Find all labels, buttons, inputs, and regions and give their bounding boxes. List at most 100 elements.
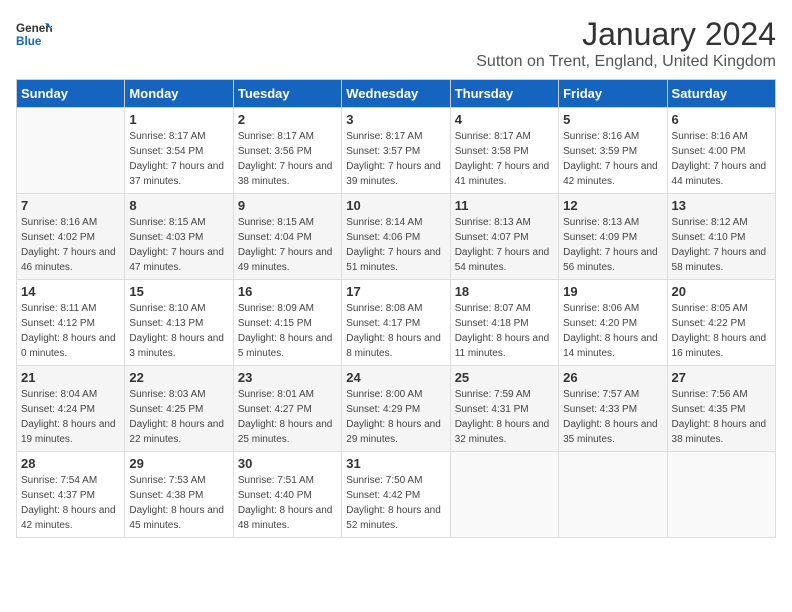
calendar-cell: 19Sunrise: 8:06 AMSunset: 4:20 PMDayligh… bbox=[559, 280, 667, 366]
svg-text:Blue: Blue bbox=[16, 35, 42, 48]
day-info: Sunrise: 8:00 AMSunset: 4:29 PMDaylight:… bbox=[346, 387, 445, 447]
day-info: Sunrise: 8:15 AMSunset: 4:04 PMDaylight:… bbox=[238, 215, 337, 275]
day-number: 22 bbox=[129, 370, 228, 385]
day-number: 17 bbox=[346, 284, 445, 299]
day-info: Sunrise: 8:06 AMSunset: 4:20 PMDaylight:… bbox=[563, 301, 662, 361]
calendar-cell: 2Sunrise: 8:17 AMSunset: 3:56 PMDaylight… bbox=[233, 108, 341, 194]
day-number: 5 bbox=[563, 112, 662, 127]
calendar-cell: 8 Sunrise: 8:15 AMSunset: 4:03 PMDaylight… bbox=[125, 194, 233, 280]
calendar-cell: 18Sunrise: 8:07 AMSunset: 4:18 PMDayligh… bbox=[450, 280, 558, 366]
day-number: 28 bbox=[21, 456, 120, 471]
calendar-week-row: 7 Sunrise: 8:16 AMSunset: 4:02 PMDaylight… bbox=[17, 194, 776, 280]
day-number: 21 bbox=[21, 370, 120, 385]
day-number: 7 bbox=[21, 198, 120, 213]
day-info: Sunrise: 8:03 AMSunset: 4:25 PMDaylight:… bbox=[129, 387, 228, 447]
day-info: Sunrise: 8:14 AMSunset: 4:06 PMDaylight:… bbox=[346, 215, 445, 275]
day-number: 29 bbox=[129, 456, 228, 471]
day-number: 6 bbox=[672, 112, 771, 127]
calendar-week-row: 14 Sunrise: 8:11 AMSunset: 4:12 PMDayligh… bbox=[17, 280, 776, 366]
weekday-header-saturday: Saturday bbox=[667, 80, 775, 108]
day-info: Sunrise: 7:56 AMSunset: 4:35 PMDaylight:… bbox=[672, 387, 771, 447]
calendar-cell: 22 Sunrise: 8:03 AMSunset: 4:25 PMDayligh… bbox=[125, 366, 233, 452]
weekday-header-tuesday: Tuesday bbox=[233, 80, 341, 108]
weekday-header-thursday: Thursday bbox=[450, 80, 558, 108]
day-info: Sunrise: 8:09 AMSunset: 4:15 PMDaylight:… bbox=[238, 301, 337, 361]
day-info: Sunrise: 8:17 AMSunset: 3:58 PMDaylight:… bbox=[455, 129, 554, 189]
calendar-cell: 29 Sunrise: 7:53 AMSunset: 4:38 PMDayligh… bbox=[125, 452, 233, 538]
day-info: Sunrise: 7:54 AMSunset: 4:37 PMDaylight:… bbox=[21, 473, 120, 533]
day-info: Sunrise: 8:13 AMSunset: 4:09 PMDaylight:… bbox=[563, 215, 662, 275]
day-number: 27 bbox=[672, 370, 771, 385]
day-info: Sunrise: 8:15 AMSunset: 4:03 PMDaylight:… bbox=[129, 215, 228, 275]
day-info: Sunrise: 8:16 AMSunset: 3:59 PMDaylight:… bbox=[563, 129, 662, 189]
calendar-cell: 24Sunrise: 8:00 AMSunset: 4:29 PMDayligh… bbox=[342, 366, 450, 452]
day-info: Sunrise: 8:10 AMSunset: 4:13 PMDaylight:… bbox=[129, 301, 228, 361]
day-number: 30 bbox=[238, 456, 337, 471]
day-info: Sunrise: 7:53 AMSunset: 4:38 PMDaylight:… bbox=[129, 473, 228, 533]
calendar-cell: 4 Sunrise: 8:17 AMSunset: 3:58 PMDaylight… bbox=[450, 108, 558, 194]
day-info: Sunrise: 8:08 AMSunset: 4:17 PMDaylight:… bbox=[346, 301, 445, 361]
calendar-cell: 10Sunrise: 8:14 AMSunset: 4:06 PMDayligh… bbox=[342, 194, 450, 280]
calendar-cell: 6Sunrise: 8:16 AMSunset: 4:00 PMDaylight… bbox=[667, 108, 775, 194]
calendar-cell bbox=[667, 452, 775, 538]
calendar-week-row: 28 Sunrise: 7:54 AMSunset: 4:37 PMDayligh… bbox=[17, 452, 776, 538]
day-number: 13 bbox=[672, 198, 771, 213]
calendar-cell: 3Sunrise: 8:17 AMSunset: 3:57 PMDaylight… bbox=[342, 108, 450, 194]
day-number: 1 bbox=[129, 112, 228, 127]
calendar-cell: 11 Sunrise: 8:13 AMSunset: 4:07 PMDayligh… bbox=[450, 194, 558, 280]
calendar-cell: 14 Sunrise: 8:11 AMSunset: 4:12 PMDayligh… bbox=[17, 280, 125, 366]
calendar-table: SundayMondayTuesdayWednesdayThursdayFrid… bbox=[16, 79, 776, 538]
calendar-cell: 21 Sunrise: 8:04 AMSunset: 4:24 PMDayligh… bbox=[17, 366, 125, 452]
day-info: Sunrise: 8:04 AMSunset: 4:24 PMDaylight:… bbox=[21, 387, 120, 447]
calendar-cell: 23 Sunrise: 8:01 AMSunset: 4:27 PMDayligh… bbox=[233, 366, 341, 452]
day-number: 16 bbox=[238, 284, 337, 299]
calendar-cell: 13 Sunrise: 8:12 AMSunset: 4:10 PMDayligh… bbox=[667, 194, 775, 280]
location-title: Sutton on Trent, England, United Kingdom bbox=[476, 53, 776, 71]
day-number: 23 bbox=[238, 370, 337, 385]
calendar-week-row: 1 Sunrise: 8:17 AMSunset: 3:54 PMDaylight… bbox=[17, 108, 776, 194]
day-number: 11 bbox=[455, 198, 554, 213]
day-info: Sunrise: 8:17 AMSunset: 3:54 PMDaylight:… bbox=[129, 129, 228, 189]
day-number: 15 bbox=[129, 284, 228, 299]
day-number: 14 bbox=[21, 284, 120, 299]
calendar-cell bbox=[17, 108, 125, 194]
weekday-header-row: SundayMondayTuesdayWednesdayThursdayFrid… bbox=[17, 80, 776, 108]
day-info: Sunrise: 8:12 AMSunset: 4:10 PMDaylight:… bbox=[672, 215, 771, 275]
calendar-cell: 7 Sunrise: 8:16 AMSunset: 4:02 PMDaylight… bbox=[17, 194, 125, 280]
title-area: January 2024 Sutton on Trent, England, U… bbox=[476, 16, 776, 71]
calendar-cell: 15 Sunrise: 8:10 AMSunset: 4:13 PMDayligh… bbox=[125, 280, 233, 366]
calendar-cell: 26 Sunrise: 7:57 AMSunset: 4:33 PMDayligh… bbox=[559, 366, 667, 452]
day-info: Sunrise: 8:13 AMSunset: 4:07 PMDaylight:… bbox=[455, 215, 554, 275]
day-number: 26 bbox=[563, 370, 662, 385]
day-number: 31 bbox=[346, 456, 445, 471]
day-info: Sunrise: 8:11 AMSunset: 4:12 PMDaylight:… bbox=[21, 301, 120, 361]
calendar-cell: 17 Sunrise: 8:08 AMSunset: 4:17 PMDayligh… bbox=[342, 280, 450, 366]
day-number: 4 bbox=[455, 112, 554, 127]
page-header: General Blue January 2024 Sutton on Tren… bbox=[16, 16, 776, 71]
weekday-header-friday: Friday bbox=[559, 80, 667, 108]
logo: General Blue bbox=[16, 16, 52, 52]
day-number: 3 bbox=[346, 112, 445, 127]
day-info: Sunrise: 7:57 AMSunset: 4:33 PMDaylight:… bbox=[563, 387, 662, 447]
day-number: 20 bbox=[672, 284, 771, 299]
day-info: Sunrise: 8:07 AMSunset: 4:18 PMDaylight:… bbox=[455, 301, 554, 361]
day-info: Sunrise: 8:16 AMSunset: 4:02 PMDaylight:… bbox=[21, 215, 120, 275]
day-info: Sunrise: 7:51 AMSunset: 4:40 PMDaylight:… bbox=[238, 473, 337, 533]
weekday-header-monday: Monday bbox=[125, 80, 233, 108]
calendar-cell: 5 Sunrise: 8:16 AMSunset: 3:59 PMDaylight… bbox=[559, 108, 667, 194]
weekday-header-wednesday: Wednesday bbox=[342, 80, 450, 108]
day-number: 9 bbox=[238, 198, 337, 213]
calendar-cell: 31Sunrise: 7:50 AMSunset: 4:42 PMDayligh… bbox=[342, 452, 450, 538]
day-number: 8 bbox=[129, 198, 228, 213]
calendar-cell: 1 Sunrise: 8:17 AMSunset: 3:54 PMDaylight… bbox=[125, 108, 233, 194]
day-number: 2 bbox=[238, 112, 337, 127]
weekday-header-sunday: Sunday bbox=[17, 80, 125, 108]
calendar-cell: 25Sunrise: 7:59 AMSunset: 4:31 PMDayligh… bbox=[450, 366, 558, 452]
calendar-cell: 27 Sunrise: 7:56 AMSunset: 4:35 PMDayligh… bbox=[667, 366, 775, 452]
calendar-cell: 30 Sunrise: 7:51 AMSunset: 4:40 PMDayligh… bbox=[233, 452, 341, 538]
day-number: 12 bbox=[563, 198, 662, 213]
calendar-week-row: 21 Sunrise: 8:04 AMSunset: 4:24 PMDayligh… bbox=[17, 366, 776, 452]
day-number: 25 bbox=[455, 370, 554, 385]
day-info: Sunrise: 8:01 AMSunset: 4:27 PMDaylight:… bbox=[238, 387, 337, 447]
calendar-cell bbox=[559, 452, 667, 538]
